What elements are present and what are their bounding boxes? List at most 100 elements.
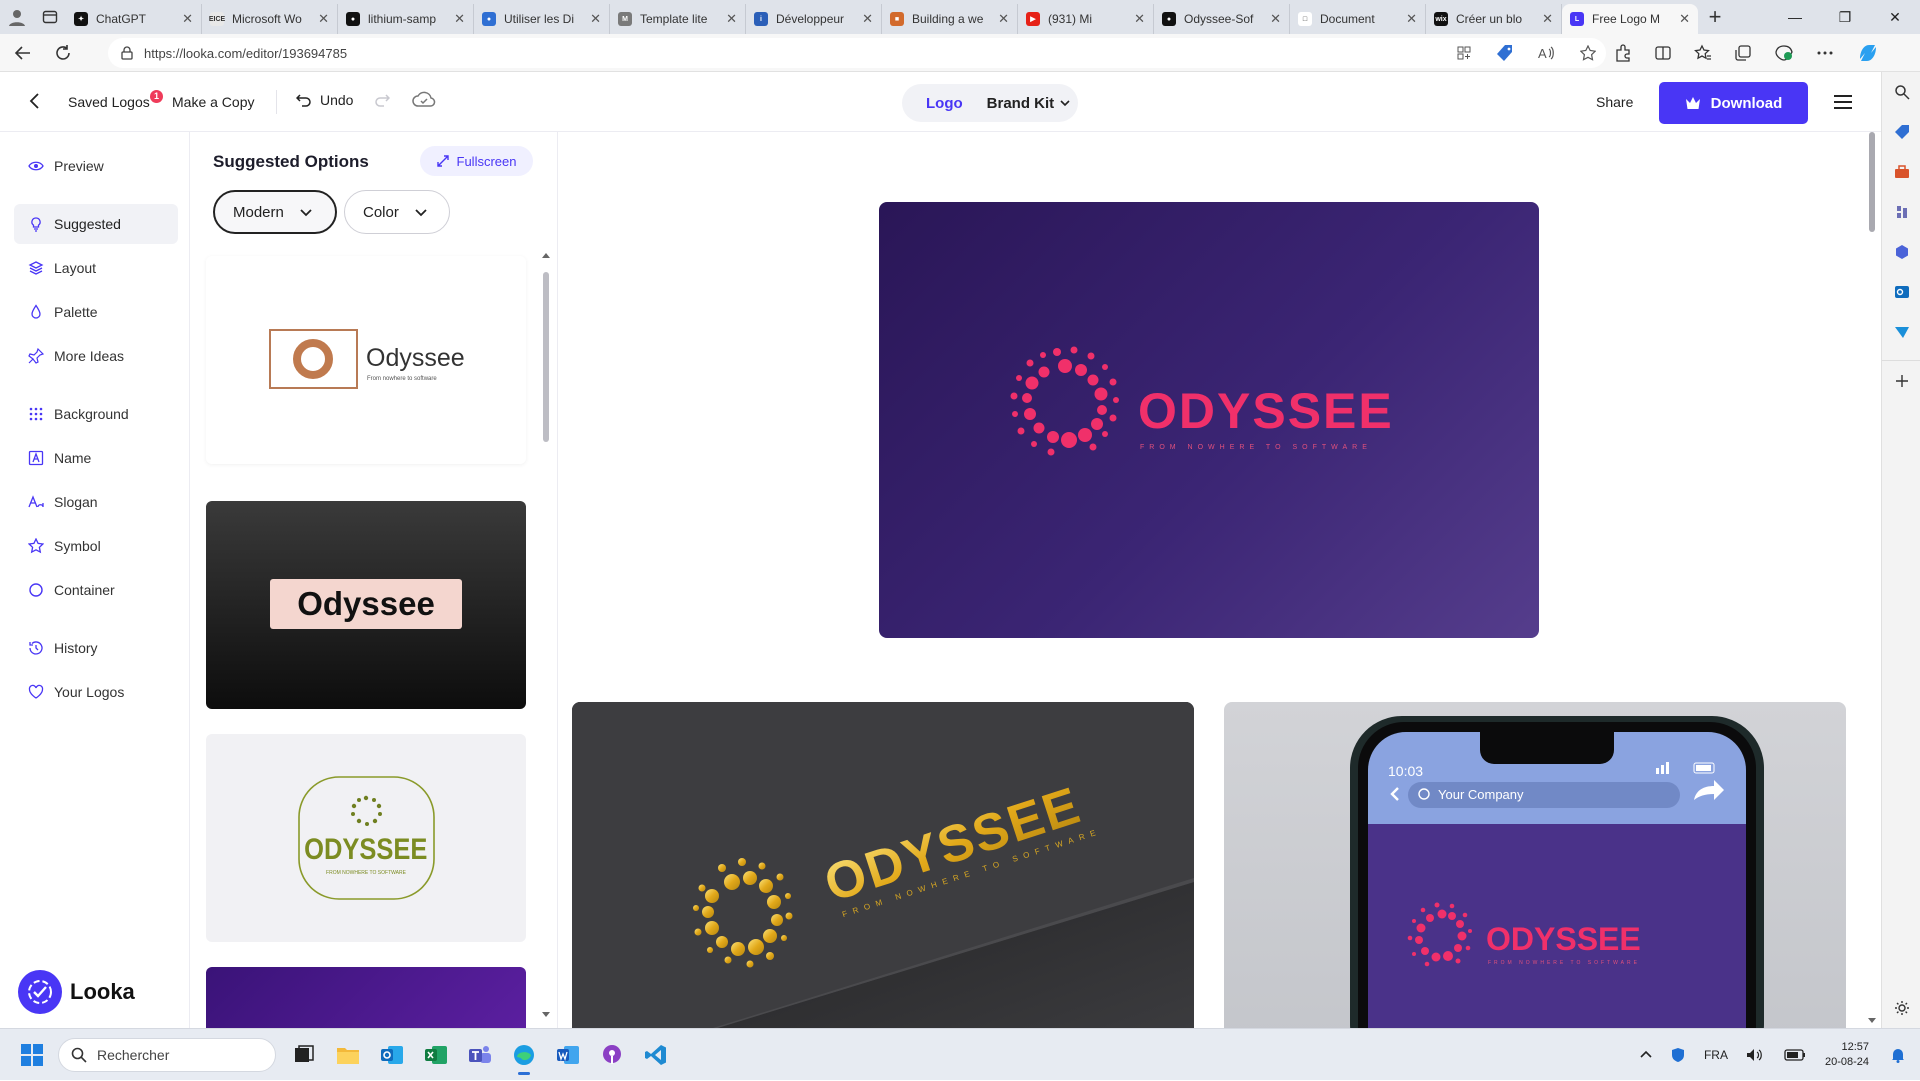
browser-tab[interactable]: ● Odyssee-Sof ✕ [1154, 4, 1290, 34]
close-tab-icon[interactable]: ✕ [182, 11, 193, 27]
tab-actions-icon[interactable] [34, 0, 66, 34]
close-tab-icon[interactable]: ✕ [454, 11, 465, 27]
nav-history[interactable]: History [14, 628, 178, 668]
preview-scroll-thumb[interactable] [1869, 132, 1875, 232]
preview-scrollbar[interactable] [1863, 132, 1881, 1028]
close-tab-icon[interactable]: ✕ [1406, 11, 1417, 27]
word-app-icon[interactable] [550, 1037, 586, 1073]
close-tab-icon[interactable]: ✕ [1270, 11, 1281, 27]
close-tab-icon[interactable]: ✕ [1679, 11, 1690, 27]
nav-palette[interactable]: Palette [14, 292, 178, 332]
logo-option-card[interactable]: Odyssee From nowhere to software [206, 256, 526, 464]
taskbar-clock[interactable]: 12:57 20-08-24 [1825, 1040, 1869, 1070]
back-arrow-icon[interactable] [6, 36, 40, 70]
logo-option-card[interactable]: Odyssee [206, 501, 526, 709]
outlook-icon[interactable] [1882, 272, 1920, 312]
copilot-icon[interactable] [1856, 41, 1880, 65]
extensions-icon[interactable] [1614, 44, 1632, 62]
browser-tab[interactable]: ▶ (931) Mi ✕ [1018, 4, 1154, 34]
browser-tab[interactable]: i Développeur ✕ [746, 4, 882, 34]
add-sidebar-app-icon[interactable] [1882, 360, 1920, 400]
help-badge-icon[interactable] [18, 970, 62, 1014]
redo-icon[interactable] [374, 92, 390, 108]
app-install-icon[interactable] [1456, 45, 1472, 61]
back-chevron-icon[interactable] [24, 90, 46, 112]
options-scrollbar[interactable] [540, 250, 552, 1020]
make-copy-link[interactable]: Make a Copy [172, 94, 254, 110]
close-tab-icon[interactable]: ✕ [862, 11, 873, 27]
outlook-app-icon[interactable] [374, 1037, 410, 1073]
close-tab-icon[interactable]: ✕ [726, 11, 737, 27]
nav-layout[interactable]: Layout [14, 248, 178, 288]
nav-suggested[interactable]: Suggested [14, 204, 178, 244]
file-explorer-icon[interactable] [330, 1037, 366, 1073]
close-tab-icon[interactable]: ✕ [1542, 11, 1553, 27]
fullscreen-button[interactable]: Fullscreen [420, 146, 533, 176]
style-filter-dropdown[interactable]: Modern [213, 190, 337, 234]
browser-tab[interactable]: wix Créer un blo ✕ [1426, 4, 1562, 34]
new-tab-button[interactable]: + [1698, 0, 1732, 34]
taskbar-search[interactable]: Rechercher [58, 1038, 276, 1072]
podcast-app-icon[interactable] [594, 1037, 630, 1073]
nav-more-ideas[interactable]: More Ideas [14, 336, 178, 376]
shopping-icon[interactable] [1882, 112, 1920, 152]
download-button[interactable]: Download [1659, 82, 1808, 124]
hamburger-menu-icon[interactable] [1832, 92, 1854, 112]
close-tab-icon[interactable]: ✕ [318, 11, 329, 27]
excel-app-icon[interactable] [418, 1037, 454, 1073]
nav-background[interactable]: Background [14, 394, 178, 434]
brand-kit-chevron-icon[interactable] [1060, 98, 1070, 108]
logo-option-card[interactable] [206, 967, 526, 1028]
options-scroll-thumb[interactable] [543, 272, 549, 442]
input-language[interactable]: FRA [1704, 1048, 1728, 1062]
favorite-star-icon[interactable] [1580, 45, 1596, 61]
saved-logos-link[interactable]: Saved Logos [68, 94, 150, 110]
favorites-icon[interactable] [1694, 44, 1712, 62]
refresh-icon[interactable] [46, 36, 80, 70]
collections-icon[interactable] [1734, 44, 1752, 62]
profile-icon[interactable] [0, 0, 34, 34]
browser-tab[interactable]: M Template lite ✕ [610, 4, 746, 34]
tray-chevron-up-icon[interactable] [1640, 1049, 1652, 1061]
teams-app-icon[interactable] [462, 1037, 498, 1073]
vscode-app-icon[interactable] [638, 1037, 674, 1073]
url-bar[interactable]: https://looka.com/editor/193694785 A [108, 38, 1606, 68]
sidebar-search-icon[interactable] [1882, 72, 1920, 112]
defender-shield-icon[interactable] [1670, 1047, 1686, 1063]
browser-essentials-icon[interactable] [1774, 44, 1794, 62]
share-button[interactable]: Share [1596, 94, 1633, 110]
windows-start-icon[interactable] [20, 1043, 44, 1067]
color-filter-dropdown[interactable]: Color [344, 190, 450, 234]
browser-tab[interactable]: ✦ ChatGPT ✕ [66, 4, 202, 34]
edge-app-icon[interactable] [506, 1037, 542, 1075]
tab-logo[interactable]: Logo [926, 95, 963, 112]
nav-your-logos[interactable]: Your Logos [14, 672, 178, 712]
games-icon[interactable] [1882, 192, 1920, 232]
close-window-button[interactable]: ✕ [1870, 0, 1920, 34]
network-volume-icon[interactable] [1746, 1047, 1766, 1063]
split-screen-icon[interactable] [1654, 44, 1672, 62]
battery-icon[interactable] [1784, 1048, 1806, 1062]
hero-logo-preview[interactable]: ODYSSEE FROM NOWHERE TO SOFTWARE [879, 202, 1539, 638]
tools-icon[interactable] [1882, 152, 1920, 192]
browser-tab[interactable]: EICE Microsoft Wo ✕ [202, 4, 338, 34]
notification-bell-icon[interactable] [1890, 1047, 1906, 1063]
browser-tab[interactable]: L Free Logo M ✕ [1562, 4, 1698, 34]
nav-slogan[interactable]: Slogan [14, 482, 178, 522]
close-tab-icon[interactable]: ✕ [590, 11, 601, 27]
drop-icon[interactable] [1882, 312, 1920, 352]
nav-symbol[interactable]: Symbol [14, 526, 178, 566]
nav-name[interactable]: Name [14, 438, 178, 478]
microsoft-365-icon[interactable] [1882, 232, 1920, 272]
browser-tab[interactable]: ● Utiliser les Di ✕ [474, 4, 610, 34]
tab-brand-kit[interactable]: Brand Kit [987, 95, 1055, 112]
browser-tab[interactable]: □ Document ✕ [1290, 4, 1426, 34]
minimize-button[interactable]: — [1770, 0, 1820, 34]
task-view-icon[interactable] [286, 1037, 322, 1073]
sidebar-settings-icon[interactable] [1882, 988, 1920, 1028]
restore-button[interactable]: ❐ [1820, 0, 1870, 34]
undo-button[interactable]: Undo [296, 92, 353, 108]
browser-tab[interactable]: ● lithium-samp ✕ [338, 4, 474, 34]
nav-container[interactable]: Container [14, 570, 178, 610]
business-card-mockup[interactable]: ODYSSEE FROM NOWHERE TO SOFTWARE [572, 702, 1194, 1028]
